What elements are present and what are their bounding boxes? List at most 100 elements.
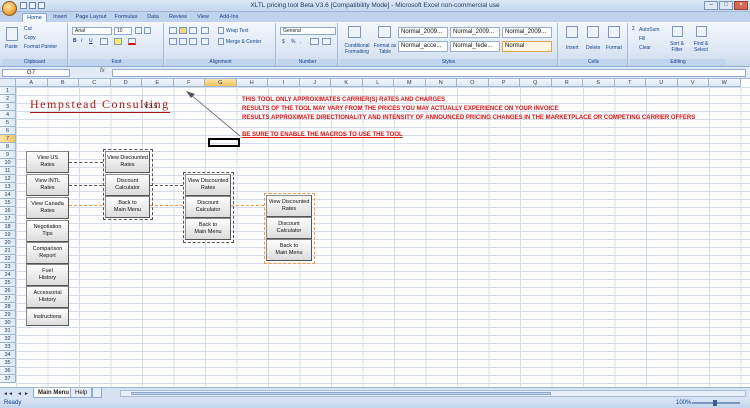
paste-icon[interactable]	[6, 27, 18, 41]
format-cells-button[interactable]: Format	[606, 45, 622, 51]
tab-view[interactable]: View	[194, 13, 212, 22]
font-color-icon[interactable]	[128, 38, 136, 45]
tab-data[interactable]: Data	[144, 13, 162, 22]
cell-style-item[interactable]: Normal_acce...	[398, 41, 448, 52]
cell-style-item[interactable]: Normal_2009...	[502, 27, 552, 38]
cell-style-item[interactable]: Normal_2009...	[398, 27, 448, 38]
row-header[interactable]: 37	[0, 375, 16, 383]
column-header[interactable]: B	[47, 79, 79, 87]
conditional-formatting-button[interactable]: Conditional Formatting	[342, 43, 372, 55]
select-all-corner[interactable]	[0, 79, 16, 87]
copy-button[interactable]: Copy	[24, 35, 36, 41]
zoom-slider[interactable]	[692, 400, 740, 406]
increase-decimal-icon[interactable]	[310, 38, 319, 45]
autosum-button[interactable]: AutoSum	[639, 27, 660, 33]
font-name-select[interactable]: Arial	[72, 27, 112, 35]
merge-center-icon[interactable]	[218, 38, 224, 45]
insert-function-icon[interactable]: fx	[100, 68, 105, 74]
column-header[interactable]: M	[394, 79, 426, 87]
tab-insert[interactable]: Insert	[50, 13, 70, 22]
row-header[interactable]: 31	[0, 327, 16, 335]
row-header[interactable]: 32	[0, 335, 16, 343]
row-header[interactable]: 9	[0, 151, 16, 159]
us-back-to-main-menu-button[interactable]: Back to Main Menu	[105, 196, 150, 218]
tab-add-ins[interactable]: Add-Ins	[216, 13, 242, 22]
row-header[interactable]: 7	[0, 135, 16, 143]
borders-icon[interactable]	[100, 38, 108, 45]
view-us-rates-button[interactable]: View US Rates	[26, 151, 69, 173]
fuel-history-button[interactable]: Fuel History	[26, 264, 69, 286]
percent-format-button[interactable]: %	[291, 39, 295, 45]
clear-button[interactable]: Clear	[639, 45, 651, 51]
column-header[interactable]: F	[173, 79, 205, 87]
next-sheet-icon[interactable]: ►	[24, 391, 29, 397]
decrease-decimal-icon[interactable]	[322, 38, 331, 45]
row-header[interactable]: 21	[0, 247, 16, 255]
shrink-font-icon[interactable]	[144, 27, 151, 34]
comma-format-button[interactable]: ,	[300, 39, 301, 45]
autosum-icon[interactable]: Σ	[632, 26, 635, 32]
align-center-icon[interactable]	[179, 38, 187, 45]
row-header[interactable]: 3	[0, 103, 16, 111]
row-header[interactable]: 27	[0, 295, 16, 303]
sheet-tab-help[interactable]: Help	[70, 388, 93, 398]
format-as-table-icon[interactable]	[378, 26, 391, 38]
delete-cells-icon[interactable]	[587, 26, 599, 38]
column-header[interactable]: S	[583, 79, 615, 87]
row-header[interactable]: 8	[0, 143, 16, 151]
row-header[interactable]: 2	[0, 95, 16, 103]
row-header[interactable]: 15	[0, 199, 16, 207]
zoom-slider-knob[interactable]	[713, 400, 717, 406]
indent-icon[interactable]	[201, 38, 209, 45]
intl-discount-calculator-button[interactable]: Discount Calculator	[185, 196, 231, 218]
column-header[interactable]: E	[142, 79, 174, 87]
align-right-icon[interactable]	[189, 38, 197, 45]
row-header[interactable]: 16	[0, 207, 16, 215]
intl-view-discounted-rates-button[interactable]: View Discounted Rates	[185, 174, 231, 196]
column-header[interactable]: H	[236, 79, 268, 87]
view-canada-rates-button[interactable]: View Canada Rates	[26, 197, 69, 219]
format-as-table-button[interactable]: Format as Table	[372, 43, 398, 55]
row-header[interactable]: 12	[0, 175, 16, 183]
worksheet-grid[interactable]: ABCDEFGHIJKLMNOPQRSTUVW 1 2 3 4 5 6 7 8 9 10 11 12 1…	[0, 79, 750, 387]
insert-cells-icon[interactable]	[566, 26, 578, 38]
fill-color-icon[interactable]	[114, 38, 122, 45]
row-header[interactable]: 36	[0, 367, 16, 375]
column-header[interactable]: T	[614, 79, 646, 87]
tab-formulas[interactable]: Formulas	[112, 13, 140, 22]
wrap-text-button[interactable]: Wrap Text	[226, 28, 248, 34]
row-header[interactable]: 30	[0, 319, 16, 327]
fill-button[interactable]: Fill	[639, 36, 645, 42]
column-header[interactable]: V	[677, 79, 709, 87]
column-header[interactable]: G	[205, 79, 237, 87]
horizontal-scroll-thumb[interactable]	[131, 392, 551, 395]
row-header[interactable]: 24	[0, 271, 16, 279]
cut-button[interactable]: Cut	[24, 26, 32, 32]
row-header[interactable]: 17	[0, 215, 16, 223]
row-header[interactable]: 28	[0, 303, 16, 311]
formula-input[interactable]	[112, 69, 746, 77]
align-left-icon[interactable]	[169, 38, 177, 45]
maximize-button[interactable]: □	[719, 1, 733, 10]
name-box[interactable]: G7	[2, 69, 70, 77]
row-header[interactable]: 35	[0, 359, 16, 367]
grow-font-icon[interactable]	[135, 27, 142, 34]
accessorial-history-button[interactable]: Accessorial History	[26, 286, 69, 308]
font-size-select[interactable]: 10	[114, 27, 132, 35]
column-header[interactable]: C	[79, 79, 111, 87]
horizontal-scrollbar[interactable]	[120, 390, 746, 397]
column-header[interactable]: L	[362, 79, 394, 87]
zoom-level[interactable]: 100%	[676, 398, 691, 408]
close-button[interactable]: ×	[734, 1, 748, 10]
row-header[interactable]: 33	[0, 343, 16, 351]
row-header[interactable]: 6	[0, 127, 16, 135]
tab-page-layout[interactable]: Page Layout	[74, 13, 108, 22]
active-cell-g7[interactable]	[208, 138, 240, 147]
sort-filter-button[interactable]: Sort & Filter	[666, 41, 688, 53]
format-cells-icon[interactable]	[608, 26, 620, 38]
canada-back-to-main-menu-button[interactable]: Back to Main Menu	[266, 239, 312, 261]
tab-home[interactable]: Home	[22, 13, 47, 22]
minimize-button[interactable]: –	[704, 1, 718, 10]
row-header[interactable]: 4	[0, 111, 16, 119]
column-header[interactable]: O	[457, 79, 489, 87]
